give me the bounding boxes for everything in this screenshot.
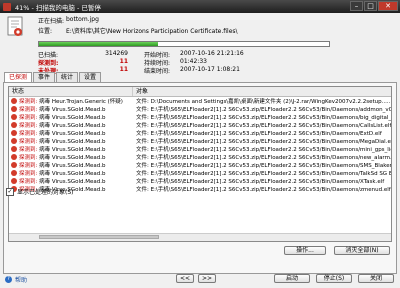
scan-progress-bar: [38, 41, 330, 47]
table-body: 探测到: 病毒 Heur.Trojan.Generic (怀疑) 文件: D:\D…: [9, 97, 391, 193]
threat-icon: [11, 130, 17, 136]
column-header-object[interactable]: 对象: [133, 87, 391, 96]
detected-table[interactable]: 状态 对象 探测到: 病毒 Heur.Trojan.Generic (怀疑) 文件…: [8, 86, 392, 242]
scanning-label: 正在扫描:: [38, 18, 65, 25]
row-object: 文件: E:\手机\S65\ELFloader2[1].2 S6Cv53.zip…: [136, 115, 391, 121]
scan-document-icon: [7, 16, 23, 36]
table-row[interactable]: 探测到: 病毒 Virus.SGold.Mead.b 文件: E:\手机\S65\…: [9, 177, 391, 185]
table-row[interactable]: 探测到: 病毒 Virus.SGold.Mead.b 文件: E:\手机\S65\…: [9, 129, 391, 137]
detected-panel: 状态 对象 探测到: 病毒 Heur.Trojan.Generic (怀疑) 文件…: [3, 82, 397, 274]
action-button[interactable]: 操作...: [284, 246, 326, 255]
help-label: 帮助: [15, 277, 28, 284]
tab-settings[interactable]: 设置: [79, 72, 102, 82]
row-object: 文件: E:\手机\S65\ELFloader2[1].2 S6Cv53.zip…: [136, 187, 391, 193]
table-row[interactable]: 探测到: 病毒 Virus.SGold.Mead.b 文件: E:\手机\S65\…: [9, 169, 391, 177]
row-status: 探测到: 病毒 Virus.SGold.Mead.b: [19, 145, 133, 153]
forward-button[interactable]: >>: [198, 274, 216, 283]
row-object: 文件: E:\手机\S65\ELFloader2[1].2 S6Cv53.zip…: [136, 107, 391, 113]
start-button[interactable]: 启动: [274, 274, 310, 283]
detected-count: 11: [119, 58, 128, 65]
location-path: E:\资料库\其它\New Horizons Participation Cer…: [66, 28, 238, 35]
table-row[interactable]: 探测到: 病毒 Virus.SGold.Mead.b 文件: E:\手机\S65\…: [9, 161, 391, 169]
row-status: 探测到: 病毒 Virus.SGold.Mead.b: [19, 161, 133, 169]
table-row[interactable]: 探测到: 病毒 Virus.SGold.Mead.b 文件: E:\手机\S65\…: [9, 121, 391, 129]
table-row[interactable]: 探测到: 病毒 Heur.Trojan.Generic (怀疑) 文件: D:\D…: [9, 97, 391, 105]
row-status: 探测到: 病毒 Virus.SGold.Mead.b: [19, 105, 133, 113]
app-icon: [3, 2, 11, 11]
close-button[interactable]: 关闭: [358, 274, 394, 283]
help-icon: ?: [5, 276, 12, 283]
row-object: 文件: E:\手机\S65\ELFloader2[1].2 S6Cv53.zip…: [136, 155, 391, 161]
row-status: 探测到: 病毒 Virus.SGold.Mead.b: [19, 177, 133, 185]
threat-icon: [11, 114, 17, 120]
threat-icon: [11, 138, 17, 144]
clear-all-button[interactable]: 消灭全部(N): [334, 246, 390, 255]
window-title: 41% - 扫描我的电脑 - 已暂停: [15, 3, 101, 12]
row-object: 文件: D:\Documents and Settings\嘉凯\桌面\新建文件…: [136, 99, 391, 105]
threat-icon: [11, 178, 17, 184]
threat-icon: [11, 106, 17, 112]
title-bar: 41% - 扫描我的电脑 - 已暂停 – □ ✕: [0, 0, 400, 13]
table-row[interactable]: 探测到: 病毒 Virus.SGold.Mead.b 文件: E:\手机\S65\…: [9, 113, 391, 121]
horizontal-scrollbar[interactable]: [9, 233, 391, 241]
row-object: 文件: E:\手机\S65\ELFloader2[1].2 S6Cv53.zip…: [136, 123, 391, 129]
column-header-status[interactable]: 状态: [9, 87, 133, 96]
close-window-button[interactable]: ✕: [378, 1, 398, 11]
table-row[interactable]: 探测到: 病毒 Virus.SGold.Mead.b 文件: E:\手机\S65\…: [9, 105, 391, 113]
show-handled-checkbox[interactable]: ✓: [6, 187, 14, 196]
table-header: 状态 对象: [9, 87, 391, 97]
location-label: 位置:: [38, 28, 53, 35]
row-object: 文件: E:\手机\S65\ELFloader2[1].2 S6Cv53.zip…: [136, 139, 391, 145]
table-row[interactable]: 探测到: 病毒 Virus.SGold.Mead.b 文件: E:\手机\S65\…: [9, 145, 391, 153]
row-object: 文件: E:\手机\S65\ELFloader2[1].2 S6Cv53.zip…: [136, 147, 391, 153]
row-status: 探测到: 病毒 Virus.SGold.Mead.b: [19, 129, 133, 137]
tab-events[interactable]: 事件: [33, 72, 56, 82]
threat-icon: [11, 154, 17, 160]
scan-window-content: 正在扫描: bottom.jpg 位置: E:\资料库\其它\New Horiz…: [0, 13, 400, 288]
back-button[interactable]: <<: [176, 274, 194, 283]
show-handled-label: 显示已处理的对象(S): [17, 189, 74, 196]
table-row[interactable]: 探测到: 病毒 Virus.SGold.Mead.b 文件: E:\手机\S65\…: [9, 153, 391, 161]
row-object: 文件: E:\手机\S65\ELFloader2[1].2 S6Cv53.zip…: [136, 179, 385, 185]
row-object: 文件: E:\手机\S65\ELFloader2[1].2 S6Cv53.zip…: [136, 163, 391, 169]
threat-icon: [11, 162, 17, 168]
maximize-button[interactable]: □: [364, 1, 377, 11]
row-status: 探测到: 病毒 Virus.SGold.Mead.b: [19, 153, 133, 161]
row-object: 文件: E:\手机\S65\ELFloader2[1].2 S6Cv53.zip…: [136, 131, 382, 137]
row-status: 探测到: 病毒 Virus.SGold.Mead.b: [19, 113, 133, 121]
row-status: 探测到: 病毒 Virus.SGold.Mead.b: [19, 121, 133, 129]
row-status: 探测到: 病毒 Virus.SGold.Mead.b: [19, 169, 133, 177]
tab-statistics[interactable]: 统计: [56, 72, 79, 82]
threat-icon: [11, 98, 17, 104]
help-link[interactable]: ? 帮助: [5, 275, 27, 284]
row-status: 探测到: 病毒 Heur.Trojan.Generic (怀疑): [19, 97, 133, 105]
table-row[interactable]: 探测到: 病毒 Virus.SGold.Mead.b 文件: E:\手机\S65\…: [9, 137, 391, 145]
scrollbar-thumb[interactable]: [39, 235, 159, 239]
scanned-count: 314269: [105, 50, 128, 57]
scan-progress-fill: [39, 42, 158, 46]
show-handled-checkbox-row[interactable]: ✓ 显示已处理的对象(S): [6, 187, 74, 196]
threat-icon: [11, 146, 17, 152]
scanning-file: bottom.jpg: [66, 16, 99, 23]
threat-icon: [11, 122, 17, 128]
elapsed-time-value: 01:42:33: [180, 58, 207, 65]
finish-time-value: 2007-10-17 1:08:21: [180, 66, 240, 73]
row-status: 探测到: 病毒 Virus.SGold.Mead.b: [19, 137, 133, 145]
start-time-value: 2007-10-16 21:21:16: [180, 50, 244, 57]
threat-icon: [11, 170, 17, 176]
row-object: 文件: E:\手机\S65\ELFloader2[1].2 S6Cv53.zip…: [136, 171, 391, 177]
minimize-button[interactable]: –: [350, 1, 363, 11]
stop-button[interactable]: 停止(S): [316, 274, 352, 283]
finish-time-label: 结束时间:: [144, 68, 171, 75]
